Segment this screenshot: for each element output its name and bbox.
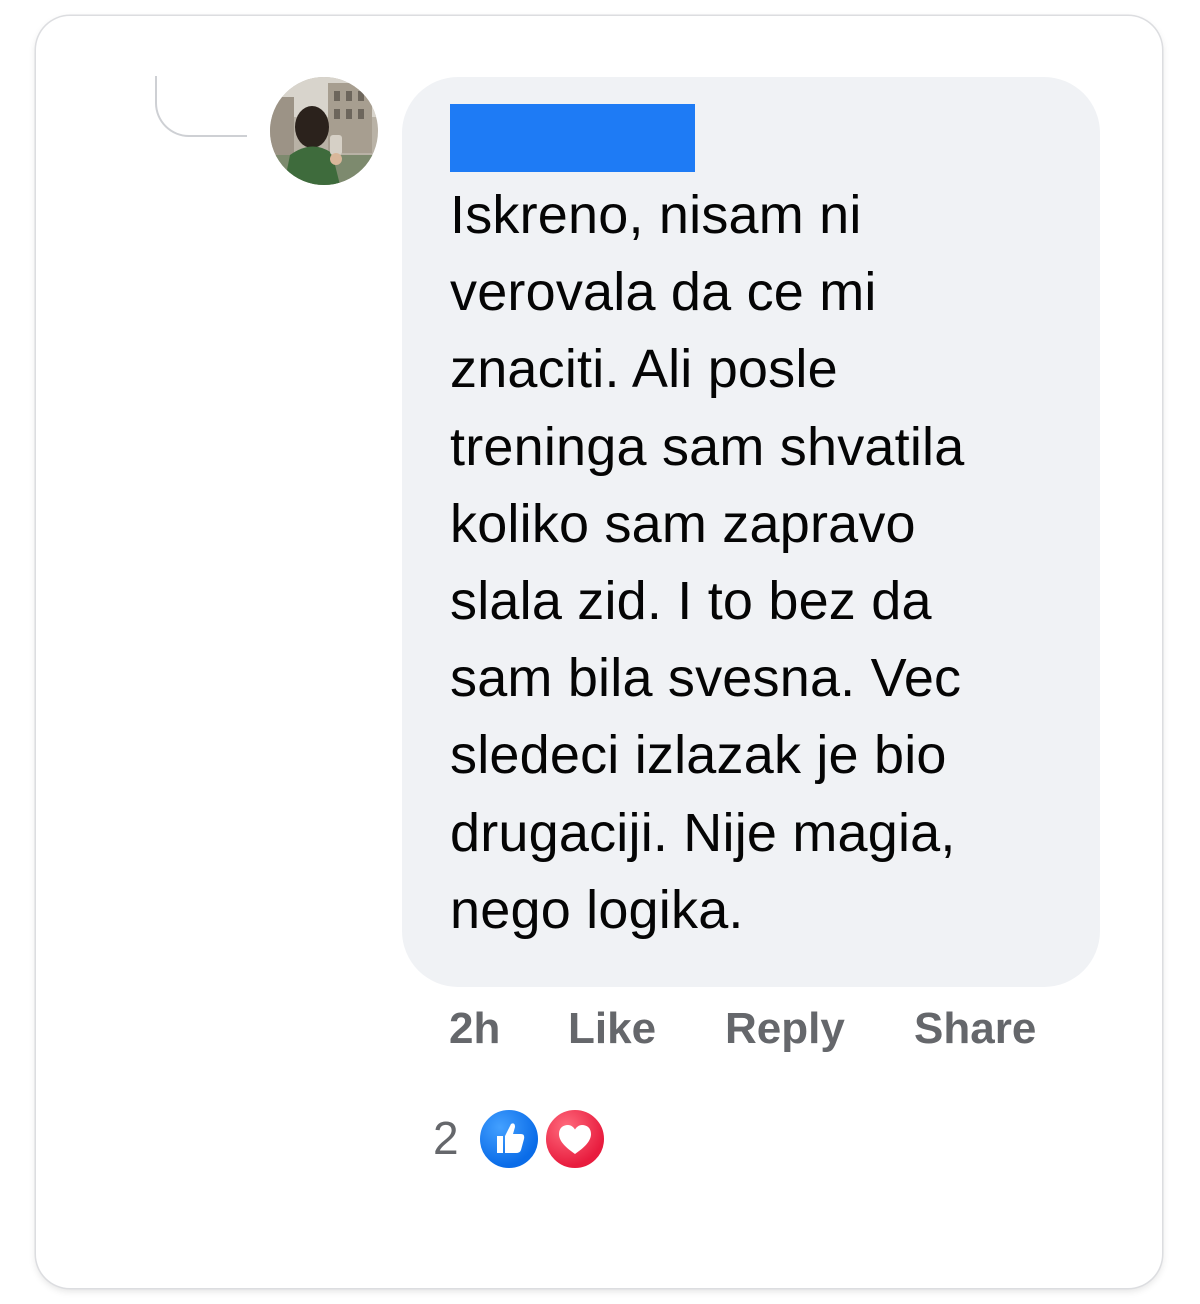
reply-thread-connector — [155, 76, 247, 137]
commenter-name-redaction[interactable] — [450, 104, 695, 172]
comment-text: Iskreno, nisam ni verovala da ce mi znac… — [450, 185, 965, 940]
love-icon — [542, 1106, 608, 1172]
reply-button[interactable]: Reply — [725, 1004, 845, 1054]
like-button[interactable]: Like — [568, 1004, 656, 1054]
reaction-summary[interactable]: 2 — [433, 1103, 633, 1177]
like-icon — [476, 1106, 542, 1172]
comment-card: Iskreno, nisam ni verovala da ce mi znac… — [36, 16, 1162, 1288]
timestamp[interactable]: 2h — [449, 1004, 500, 1054]
share-button[interactable]: Share — [914, 1004, 1036, 1054]
reaction-count: 2 — [433, 1112, 459, 1164]
comment-bubble: Iskreno, nisam ni verovala da ce mi znac… — [402, 77, 1100, 987]
avatar[interactable] — [270, 77, 378, 185]
